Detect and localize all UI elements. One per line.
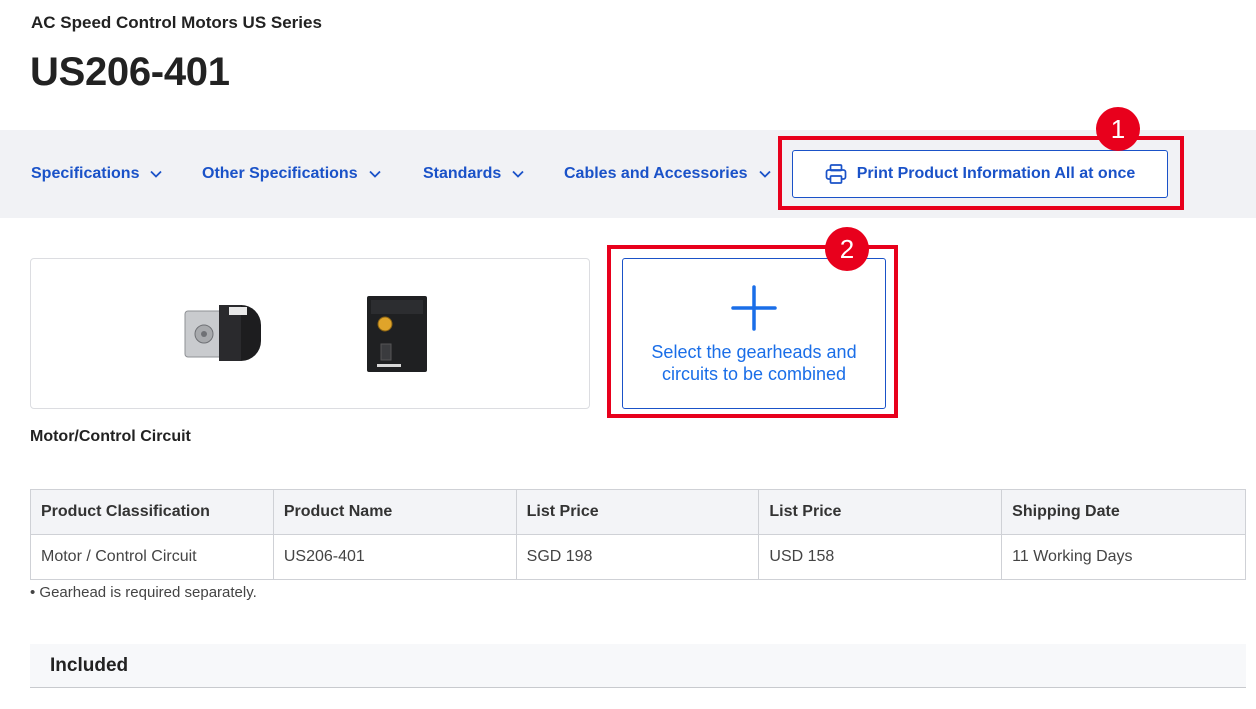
motor-image	[184, 305, 261, 361]
nav-other-specifications[interactable]: Other Specifications	[202, 130, 381, 218]
cell-shipping-date: 11 Working Days	[1001, 534, 1246, 580]
nav-standards-label: Standards	[423, 165, 502, 182]
chevron-down-icon	[512, 170, 524, 178]
select-combination-label: Select the gearheads and circuits to be …	[651, 342, 857, 384]
nav-cables-label: Cables and Accessories	[564, 165, 748, 182]
nav-specifications[interactable]: Specifications	[31, 130, 163, 218]
cell-product-name: US206-401	[272, 534, 517, 580]
chevron-down-icon	[150, 170, 163, 178]
cell-list-price-sgd: SGD 198	[515, 534, 760, 580]
header-product-name: Product Name	[272, 489, 517, 535]
select-combination-button[interactable]: Select the gearheads and circuits to be …	[622, 258, 886, 409]
nav-specifications-label: Specifications	[31, 165, 140, 182]
table-header-row: Product Classification Product Name List…	[30, 489, 1246, 535]
cell-product-classification: Motor / Control Circuit	[30, 534, 274, 580]
header-product-classification: Product Classification	[30, 489, 274, 535]
control-circuit-image	[367, 296, 427, 372]
nav-standards[interactable]: Standards	[423, 130, 524, 218]
header-list-price-usd: List Price	[758, 489, 1003, 535]
table-row: Motor / Control Circuit US206-401 SGD 19…	[30, 534, 1246, 580]
series-title: AC Speed Control Motors US Series	[31, 13, 322, 32]
product-image-panel	[30, 258, 590, 409]
header-shipping-date: Shipping Date	[1001, 489, 1246, 535]
annotation-badge-2: 2	[825, 227, 869, 271]
print-all-label: Print Product Information All at once	[856, 165, 1136, 182]
included-title: Included	[50, 654, 129, 676]
image-caption: Motor/Control Circuit	[30, 428, 191, 445]
print-all-button[interactable]: Print Product Information All at once	[792, 150, 1168, 198]
chevron-down-icon	[758, 170, 771, 178]
gearhead-note: • Gearhead is required separately.	[30, 584, 257, 601]
nav-cables-and-accessories[interactable]: Cables and Accessories	[564, 130, 771, 218]
page-title: US206-401	[30, 50, 230, 94]
product-info-table: Product Classification Product Name List…	[30, 489, 1246, 580]
included-section-header: Included	[30, 644, 1246, 688]
header-list-price-sgd: List Price	[515, 489, 760, 535]
plus-icon	[731, 285, 777, 331]
annotation-badge-1: 1	[1096, 107, 1140, 151]
printer-icon	[825, 164, 847, 184]
chevron-down-icon	[368, 170, 381, 178]
cell-list-price-usd: USD 158	[758, 534, 1003, 580]
nav-other-specifications-label: Other Specifications	[202, 165, 358, 182]
